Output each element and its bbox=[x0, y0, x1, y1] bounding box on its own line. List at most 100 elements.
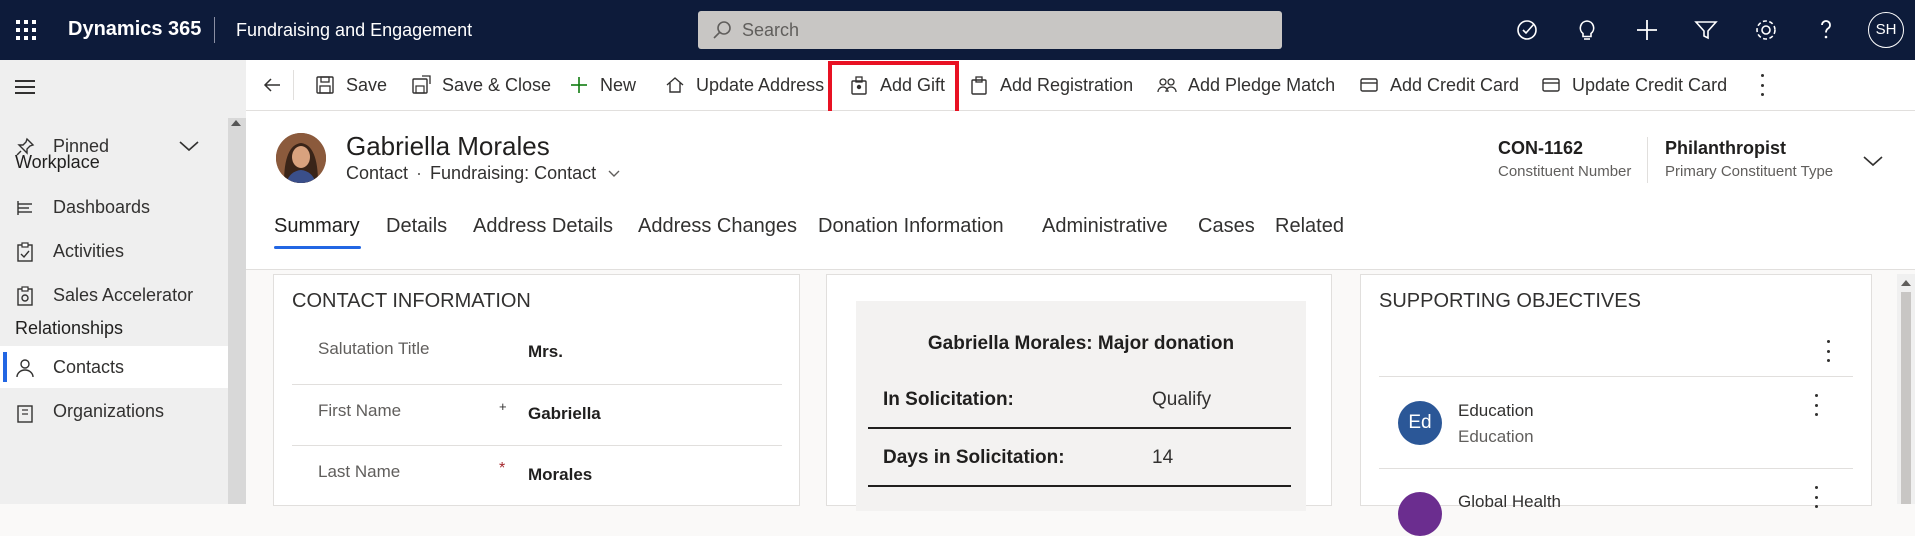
objectives-more-icon[interactable] bbox=[1825, 340, 1831, 362]
contact-information-title: CONTACT INFORMATION bbox=[292, 290, 531, 312]
sidebar-item-activities[interactable]: Activities bbox=[0, 230, 228, 272]
sidebar-group-relationships: Relationships bbox=[15, 318, 124, 338]
user-avatar[interactable]: SH bbox=[1868, 12, 1904, 48]
add-pledge-match-label: Add Pledge Match bbox=[1188, 74, 1336, 95]
bpf-key: In Solicitation: bbox=[883, 389, 1014, 410]
sidebar-scroll-up-icon[interactable] bbox=[231, 120, 241, 126]
command-divider bbox=[293, 70, 294, 100]
field-value-first-name[interactable]: Gabriella bbox=[528, 404, 601, 424]
filter-icon[interactable] bbox=[1692, 16, 1720, 44]
objectives-divider bbox=[1379, 376, 1853, 377]
objective-more-icon[interactable] bbox=[1813, 486, 1819, 508]
credit-card-icon bbox=[1542, 78, 1560, 92]
add-credit-card-button[interactable]: Add Credit Card bbox=[1358, 60, 1519, 110]
more-commands-icon[interactable] bbox=[1759, 74, 1765, 96]
update-credit-card-label: Update Credit Card bbox=[1572, 74, 1728, 95]
header-field-constituent-number: CON-1162 Constituent Number bbox=[1498, 138, 1631, 180]
sidebar-item-contacts[interactable]: Contacts bbox=[0, 346, 228, 388]
field-label-first-name: First Name bbox=[318, 401, 402, 420]
sidebar-group-workplace: Workplace bbox=[15, 152, 100, 172]
search-placeholder: Search bbox=[742, 20, 800, 40]
settings-gear-icon[interactable] bbox=[1752, 16, 1780, 44]
header-field-label: Primary Constituent Type bbox=[1665, 163, 1834, 180]
field-divider bbox=[292, 445, 782, 446]
app-name[interactable]: Fundraising and Engagement bbox=[236, 20, 472, 41]
home-icon bbox=[666, 77, 684, 93]
app-launcher-icon[interactable] bbox=[14, 18, 38, 42]
objective-name[interactable]: Global Health bbox=[1458, 492, 1561, 512]
update-address-label: Update Address bbox=[696, 74, 825, 95]
tab-cases[interactable]: Cases bbox=[1198, 215, 1255, 238]
sidebar-scrollbar[interactable] bbox=[228, 118, 246, 504]
objective-more-icon[interactable] bbox=[1813, 394, 1819, 416]
help-icon[interactable] bbox=[1812, 16, 1840, 44]
bpf-value: 14 bbox=[1152, 447, 1174, 468]
save-button[interactable]: Save bbox=[314, 60, 387, 110]
tab-address-changes[interactable]: Address Changes bbox=[638, 215, 797, 238]
save-and-close-button[interactable]: Save & Close bbox=[410, 60, 551, 110]
header-field-label: Constituent Number bbox=[1498, 163, 1632, 180]
sidebar-item-label: Organizations bbox=[53, 401, 165, 421]
bpf-value: Qualify bbox=[1152, 389, 1212, 410]
task-flow-icon[interactable] bbox=[1513, 16, 1541, 44]
chevron-down-icon[interactable] bbox=[178, 139, 200, 153]
field-label-last-name: Last Name bbox=[318, 462, 401, 481]
plus-icon[interactable] bbox=[1633, 16, 1661, 44]
tab-related[interactable]: Related bbox=[1275, 215, 1344, 238]
objective-avatar: Ed bbox=[1398, 401, 1442, 445]
add-registration-button[interactable]: Add Registration bbox=[968, 60, 1133, 110]
sidebar-item-label: Sales Accelerator bbox=[53, 285, 194, 305]
new-button[interactable]: New bbox=[568, 60, 636, 110]
header-field-value: CON-1162 bbox=[1498, 138, 1584, 158]
tab-administrative[interactable]: Administrative bbox=[1042, 215, 1168, 238]
add-pledge-match-button[interactable]: Add Pledge Match bbox=[1156, 60, 1335, 110]
back-arrow-icon[interactable] bbox=[262, 75, 282, 95]
save-icon bbox=[316, 76, 334, 94]
contact-photo bbox=[276, 133, 326, 183]
building-icon bbox=[17, 405, 33, 423]
person-icon bbox=[16, 359, 34, 378]
tab-summary[interactable]: Summary bbox=[274, 215, 360, 238]
tab-details[interactable]: Details bbox=[386, 215, 447, 238]
search-input[interactable]: Search bbox=[698, 11, 1282, 49]
accelerator-icon bbox=[17, 286, 33, 306]
registration-icon bbox=[971, 76, 987, 95]
objective-name[interactable]: Education bbox=[1458, 401, 1534, 421]
tab-address-details[interactable]: Address Details bbox=[473, 215, 613, 238]
field-label-salutation: Salutation Title bbox=[318, 339, 430, 358]
header-field-constituent-type: Philanthropist Primary Constituent Type bbox=[1665, 138, 1833, 180]
clipboard-icon bbox=[17, 242, 33, 262]
add-gift-highlight bbox=[828, 61, 959, 116]
sidebar-item-dashboards[interactable]: Dashboards bbox=[0, 186, 228, 228]
chevron-down-icon[interactable] bbox=[607, 169, 621, 179]
hamburger-menu-icon[interactable] bbox=[15, 80, 35, 94]
header-field-value: Philanthropist bbox=[1665, 138, 1786, 158]
main-scrollbar[interactable] bbox=[1897, 274, 1915, 504]
sidebar-item-organizations[interactable]: Organizations bbox=[0, 390, 228, 432]
form-selector[interactable]: Fundraising: Contact bbox=[430, 163, 596, 183]
top-navigation-bar: Dynamics 365 Fundraising and Engagement … bbox=[0, 0, 1915, 60]
plus-icon bbox=[571, 77, 587, 93]
update-address-button[interactable]: Update Address bbox=[664, 60, 824, 110]
active-tab-indicator bbox=[274, 246, 361, 249]
add-registration-label: Add Registration bbox=[1000, 74, 1134, 95]
sidebar-item-label: Dashboards bbox=[53, 197, 151, 217]
brand-title[interactable]: Dynamics 365 bbox=[68, 18, 201, 41]
bpf-divider bbox=[868, 485, 1291, 487]
save-and-close-label: Save & Close bbox=[442, 74, 552, 95]
command-bar: Save Save & Close New Update Address Add… bbox=[246, 60, 1915, 111]
record-subtitle: Contact · Fundraising: Contact bbox=[346, 163, 621, 184]
supporting-objectives-title: SUPPORTING OBJECTIVES bbox=[1379, 290, 1641, 312]
expand-header-chevron-icon[interactable] bbox=[1862, 154, 1884, 168]
bpf-divider bbox=[868, 427, 1291, 429]
field-value-last-name[interactable]: Morales bbox=[528, 465, 592, 485]
tab-donation-information[interactable]: Donation Information bbox=[818, 215, 1004, 238]
lightbulb-icon[interactable] bbox=[1573, 16, 1601, 44]
field-value-salutation[interactable]: Mrs. bbox=[528, 342, 563, 362]
update-credit-card-button[interactable]: Update Credit Card bbox=[1540, 60, 1727, 110]
dashboard-icon bbox=[17, 201, 32, 215]
add-credit-card-label: Add Credit Card bbox=[1390, 74, 1520, 95]
field-divider bbox=[292, 384, 782, 385]
sidebar-item-sales-accelerator[interactable]: Sales Accelerator bbox=[0, 274, 228, 316]
required-marker: * bbox=[499, 460, 506, 477]
